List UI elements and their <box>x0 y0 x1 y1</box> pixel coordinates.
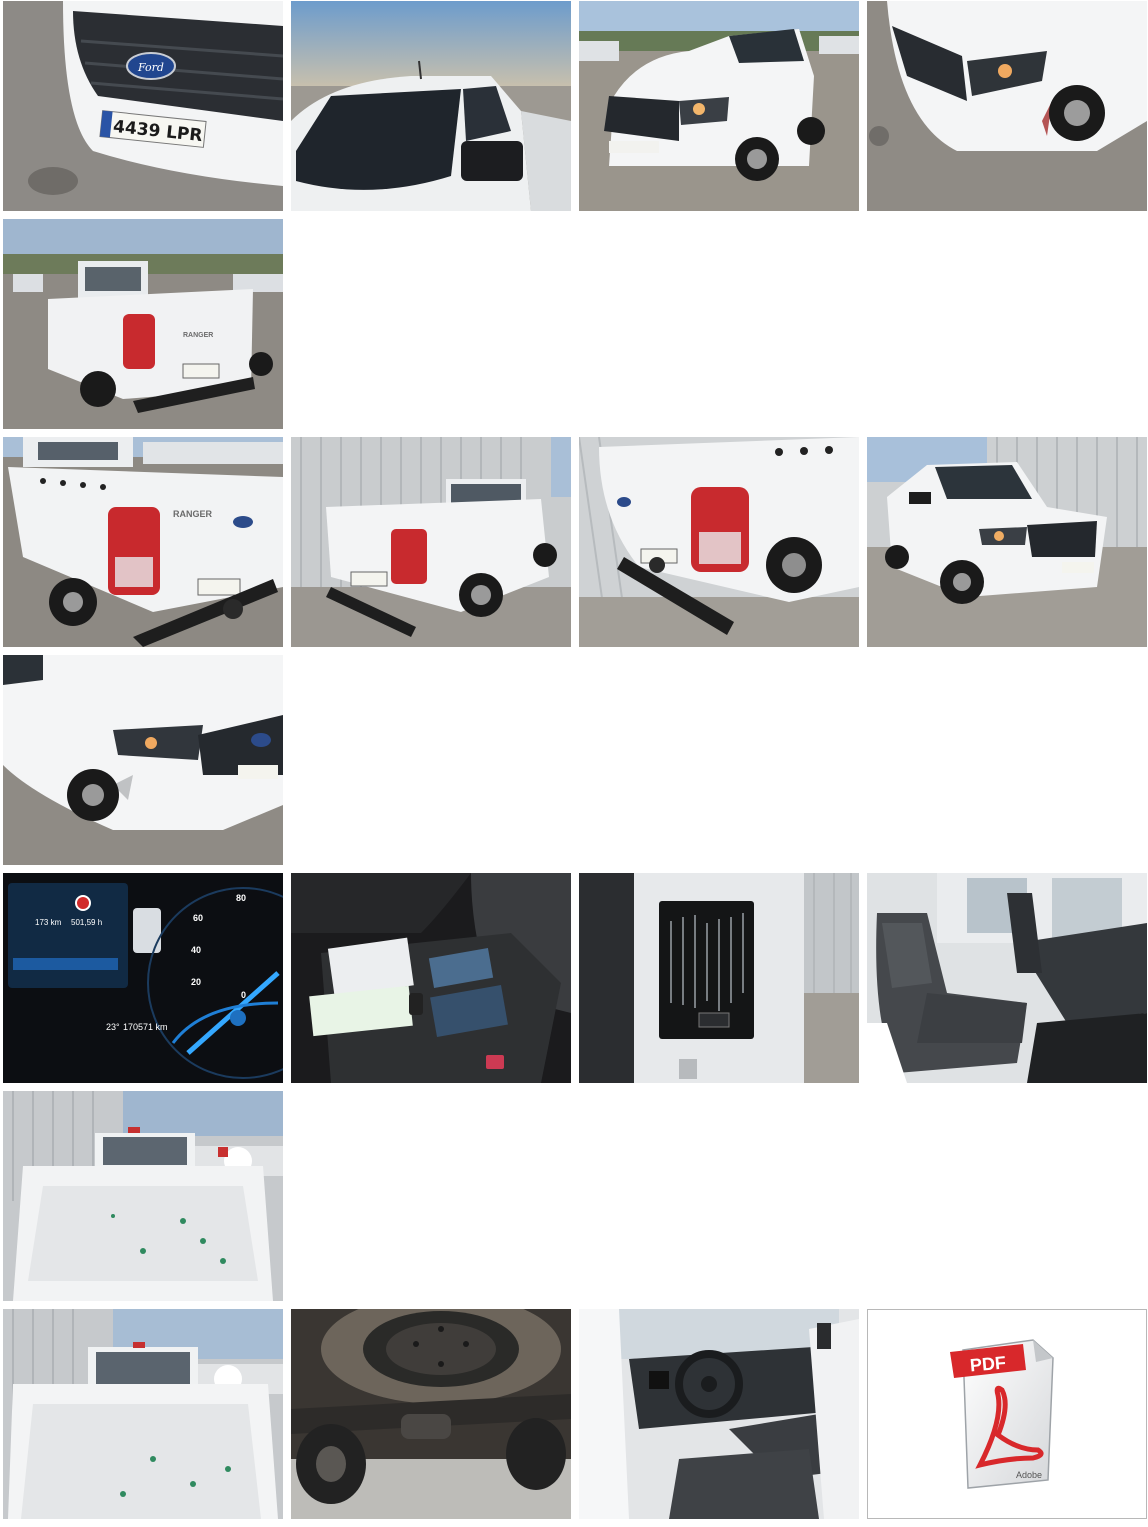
photo-thumbnail-front-three-quarter[interactable] <box>579 1 859 211</box>
photo-thumbnail-cargo-bed[interactable] <box>3 1091 283 1301</box>
photo-spare-wheel-underside-image <box>291 1309 571 1519</box>
gallery-row: RANGER <box>3 219 1148 429</box>
ranger-badge-small: RANGER <box>183 332 213 339</box>
photo-cargo-bed-2-image <box>3 1309 283 1519</box>
dash-trip-text: 501,59 h <box>71 918 102 927</box>
svg-text:40: 40 <box>191 945 201 955</box>
svg-text:20: 20 <box>191 977 201 987</box>
gallery-row: Ford 4439 LPR <box>3 1 1148 211</box>
photo-interior-seats-image <box>867 873 1147 1083</box>
dash-range-text: 173 km <box>35 918 62 927</box>
ranger-badge: RANGER <box>173 509 213 519</box>
photo-front-grille-image: Ford 4439 LPR <box>3 1 283 211</box>
gallery-row <box>3 655 1148 865</box>
photo-thumbnail-rear-three-quarter[interactable]: RANGER <box>3 219 283 429</box>
photo-thumbnail-windshield[interactable] <box>291 1 571 211</box>
photo-thumbnail-vin-plate[interactable] <box>579 873 859 1083</box>
photo-front-three-quarter-image <box>579 1 859 211</box>
pdf-report-thumbnail[interactable]: PDF Adobe <box>867 1309 1147 1519</box>
photo-driver-interior-image <box>579 1309 859 1519</box>
gallery-row: RANGER <box>3 437 1148 647</box>
photo-thumbnail-rear-left[interactable]: RANGER <box>3 437 283 647</box>
photo-thumbnail-rear-light-closeup[interactable] <box>579 437 859 647</box>
photo-thumbnail-front-left-damage[interactable] <box>3 655 283 865</box>
photo-thumbnail-interior-seats[interactable] <box>867 873 1147 1083</box>
photo-thumbnail-documents[interactable] <box>291 873 571 1083</box>
pdf-label: PDF <box>969 1352 1007 1375</box>
photo-gallery: Ford 4439 LPR RANGER RANGER 173 km 501,5… <box>3 1 1148 1527</box>
photo-thumbnail-spare-wheel-underside[interactable] <box>291 1309 571 1519</box>
photo-windshield-image <box>291 1 571 211</box>
photo-documents-image <box>291 873 571 1083</box>
photo-thumbnail-dashboard[interactable]: 173 km 501,59 h 80 60 40 20 0 23° 170571 km <box>3 873 283 1083</box>
gallery-row: 173 km 501,59 h 80 60 40 20 0 23° 170571 km <box>3 873 1148 1083</box>
gallery-row: PDF Adobe <box>3 1309 1148 1519</box>
adobe-label: Adobe <box>1016 1470 1042 1480</box>
pdf-document-icon: PDF Adobe <box>950 1339 1054 1489</box>
photo-thumbnail-driver-interior[interactable] <box>579 1309 859 1519</box>
photo-cargo-bed-image <box>3 1091 283 1301</box>
photo-rear-left-image: RANGER <box>3 437 283 647</box>
photo-thumbnail-front-right[interactable] <box>867 437 1147 647</box>
dash-temp-text: 23° <box>106 1022 120 1032</box>
photo-rear-three-quarter-image: RANGER <box>3 219 283 429</box>
photo-thumbnail-front-grille[interactable]: Ford 4439 LPR <box>3 1 283 211</box>
dash-odometer-text: 170571 km <box>123 1022 168 1032</box>
photo-thumbnail-rear-right[interactable] <box>291 437 571 647</box>
photo-rear-right-image <box>291 437 571 647</box>
photo-front-right-image <box>867 437 1147 647</box>
photo-front-left-damage-image <box>3 655 283 865</box>
photo-vin-plate-image <box>579 873 859 1083</box>
svg-text:Ford: Ford <box>137 61 164 74</box>
svg-text:80: 80 <box>236 893 246 903</box>
photo-thumbnail-front-side[interactable] <box>867 1 1147 211</box>
photo-thumbnail-cargo-bed-2[interactable] <box>3 1309 283 1519</box>
svg-text:0: 0 <box>241 990 246 1000</box>
photo-front-side-image <box>867 1 1147 211</box>
photo-rear-light-closeup-image <box>579 437 859 647</box>
svg-text:60: 60 <box>193 913 203 923</box>
photo-dashboard-image: 173 km 501,59 h 80 60 40 20 0 23° 170571 km <box>3 873 283 1083</box>
gallery-row <box>3 1091 1148 1301</box>
